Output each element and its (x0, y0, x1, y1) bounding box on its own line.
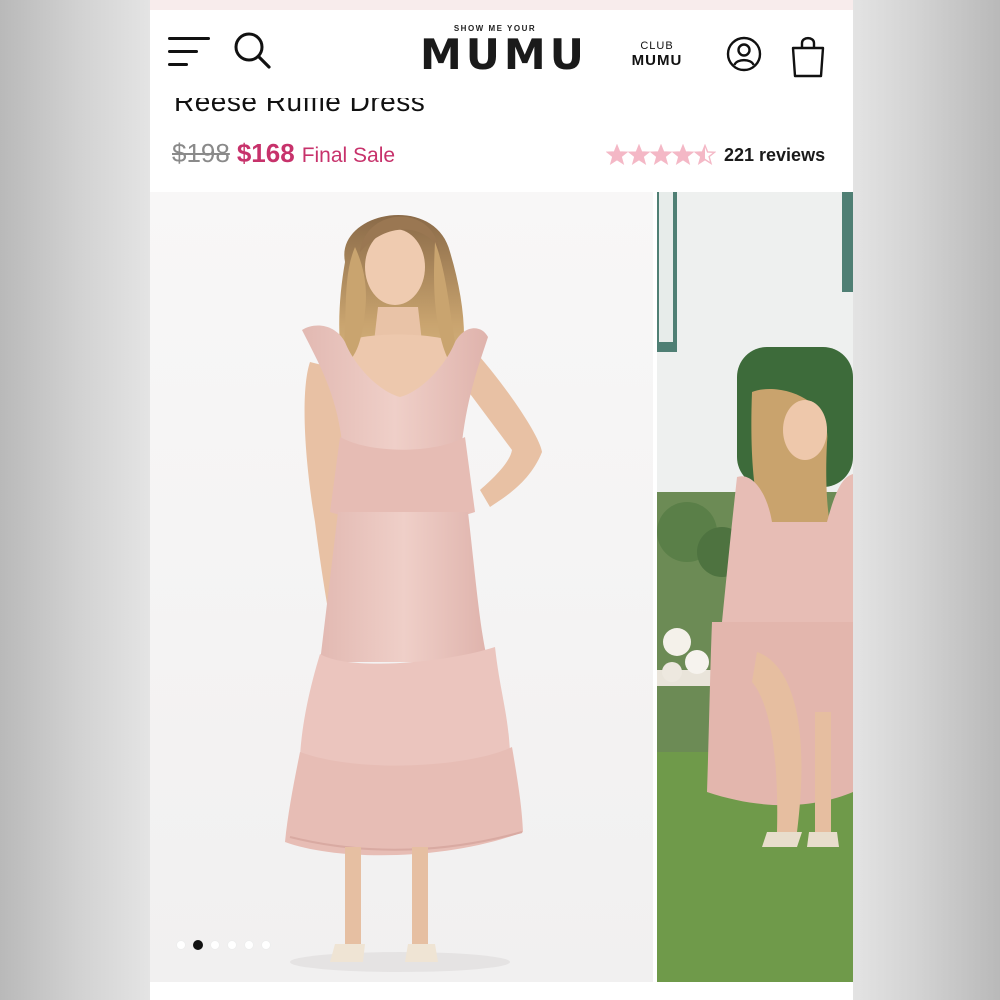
site-logo[interactable]: SHOW ME YOUR MUMU (420, 24, 588, 79)
hamburger-menu-icon[interactable] (168, 37, 212, 69)
star-icon (606, 144, 628, 165)
club-mumu-link[interactable]: CLUB MUMU (625, 40, 689, 69)
final-sale-label: Final Sale (301, 144, 396, 167)
reviews-summary[interactable]: 221 reviews (606, 144, 825, 166)
account-icon[interactable] (726, 36, 762, 72)
product-lifestyle-image[interactable] (657, 192, 853, 982)
star-icon (628, 144, 650, 165)
club-label-bottom: MUMU (631, 52, 683, 69)
carousel-dot[interactable] (210, 940, 220, 950)
rating-stars (606, 144, 716, 166)
price-row: $198 $168 Final Sale (172, 138, 395, 178)
club-label-top: CLUB (640, 40, 674, 52)
carousel-dot[interactable] (227, 940, 237, 950)
site-header: SHOW ME YOUR MUMU CLUB MUMU (150, 10, 853, 98)
carousel-dot[interactable] (176, 940, 186, 950)
carousel-dot[interactable] (261, 940, 271, 950)
reviews-count: 221 reviews (724, 144, 826, 165)
shopping-bag-icon[interactable] (790, 34, 826, 78)
carousel-dot[interactable] (244, 940, 254, 950)
product-gallery (150, 192, 853, 982)
star-icon (672, 144, 694, 165)
mobile-page: Reese Ruffle Dress SHOW ME YOUR MUMU CLU… (150, 0, 853, 1000)
star-icon (694, 144, 716, 165)
product-main-image[interactable] (150, 192, 653, 982)
search-icon[interactable] (232, 30, 272, 70)
top-banner-strip (150, 0, 853, 10)
logo-wordmark: MUMU (420, 30, 588, 79)
carousel-dots (176, 940, 271, 950)
original-price: $198 (172, 138, 230, 168)
sale-price: $168 (236, 138, 295, 168)
star-icon (650, 144, 672, 165)
carousel-dot[interactable] (193, 940, 203, 950)
